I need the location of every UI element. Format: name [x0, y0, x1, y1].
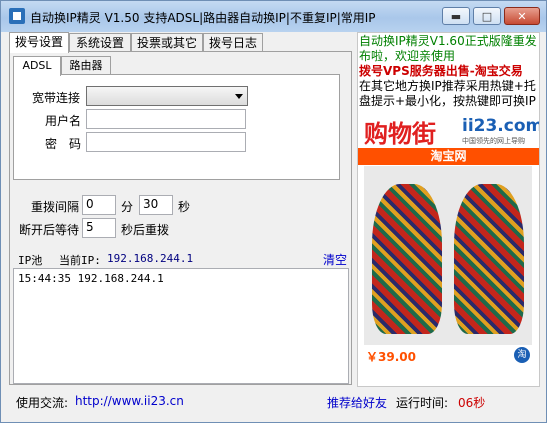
redial-minutes-input[interactable]: 0 — [82, 195, 116, 215]
window-title: 自动换IP精灵 V1.50 支持ADSL|路由器自动换IP|不重复IP|常用IP — [30, 11, 376, 25]
contact-label: 使用交流: — [16, 396, 69, 410]
password-label: 密 码 — [45, 137, 82, 151]
current-ip-label: 当前IP: — [59, 254, 101, 267]
client-area: 拨号设置 系统设置 投票或其它 拨号日志 ADSL 路由器 宽带连接 用户名 密… — [9, 32, 540, 416]
recommend-link[interactable]: 推荐给好友 — [327, 394, 387, 411]
app-icon — [9, 8, 25, 24]
ad-news-line2[interactable]: 布啦，欢迎亲使用 — [359, 49, 537, 64]
maximize-button[interactable]: □ — [473, 7, 501, 25]
shopping-banner[interactable]: 购物街 ii23.com 中国领先的网上导购 — [358, 111, 540, 148]
password-field[interactable] — [86, 132, 246, 152]
subtab-adsl[interactable]: ADSL — [13, 56, 61, 76]
price-row: ￥39.00 淘 — [364, 345, 532, 365]
chevron-down-icon — [235, 94, 243, 99]
tab-vote-other[interactable]: 投票或其它 — [131, 33, 203, 52]
tab-dial-log[interactable]: 拨号日志 — [203, 33, 263, 52]
username-field[interactable] — [86, 109, 246, 129]
dress-figure-left — [372, 184, 442, 334]
subtab-router[interactable]: 路由器 — [61, 56, 111, 75]
runtime-label: 运行时间: — [396, 396, 449, 410]
product-image[interactable] — [364, 166, 532, 346]
website-link[interactable]: http://www.ii23.cn — [75, 394, 184, 408]
wait-seconds-input[interactable]: 5 — [82, 218, 116, 238]
redial-seconds-input[interactable]: 30 — [139, 195, 173, 215]
ad-news-line1[interactable]: 自动换IP精灵V1.60正式版隆重发 — [359, 34, 537, 49]
product-price: ￥39.00 — [366, 350, 416, 364]
ad-tip-line1: 在其它地方换IP推荐采用热键+托 — [359, 79, 536, 93]
tab-dial-settings[interactable]: 拨号设置 — [9, 32, 69, 53]
redial-interval-label: 重拨间隔 — [31, 200, 80, 214]
ip-pool-label: IP池 — [18, 254, 43, 267]
clear-link[interactable]: 清空 — [323, 251, 347, 268]
banner-site: ii23.com — [462, 116, 540, 136]
taobao-corner-icon: 淘 — [514, 347, 530, 363]
ip-log-textarea[interactable]: 15:44:35 192.168.244.1 — [13, 268, 349, 384]
connection-select[interactable] — [86, 86, 248, 106]
status-bar: 使用交流: http://www.ii23.cn 推荐给好友 运行时间: 06秒 — [9, 391, 540, 411]
current-ip-value: 192.168.244.1 — [107, 252, 194, 265]
close-button[interactable]: ✕ — [504, 7, 540, 25]
banner-subtitle: 中国领先的网上导购 — [462, 137, 525, 145]
connection-label: 宽带连接 — [32, 91, 81, 105]
wait-label: 断开后等待 — [19, 223, 80, 237]
adsl-panel: 宽带连接 用户名 密 码 — [13, 74, 340, 180]
taobao-bar[interactable]: 淘宝网 — [358, 148, 539, 165]
minimize-button[interactable]: ▬ — [442, 7, 470, 25]
banner-title: 购物街 — [364, 120, 436, 148]
app-window: 自动换IP精灵 V1.50 支持ADSL|路由器自动换IP|不重复IP|常用IP… — [0, 0, 547, 423]
dial-settings-panel: ADSL 路由器 宽带连接 用户名 密 码 重拨间隔 0 分 30 秒 断开后等… — [9, 51, 352, 385]
ad-panel: 自动换IP精灵V1.60正式版隆重发 布啦，欢迎亲使用 拨号VPS服务器出售-淘… — [357, 32, 540, 387]
dress-figure-right — [454, 184, 524, 334]
seconds-unit: 秒 — [178, 200, 191, 214]
runtime-value: 06秒 — [458, 396, 486, 410]
title-bar[interactable]: 自动换IP精灵 V1.50 支持ADSL|路由器自动换IP|不重复IP|常用IP… — [1, 1, 546, 32]
wait-suffix: 秒后重拨 — [121, 223, 170, 237]
ad-tip-line2: 盘提示+最小化，按热键即可换IP — [359, 94, 536, 108]
ad-vps-link[interactable]: 拨号VPS服务器出售-淘宝交易 — [359, 64, 537, 79]
username-label: 用户名 — [45, 114, 82, 128]
minutes-unit: 分 — [121, 200, 134, 214]
tab-system-settings[interactable]: 系统设置 — [69, 33, 131, 52]
